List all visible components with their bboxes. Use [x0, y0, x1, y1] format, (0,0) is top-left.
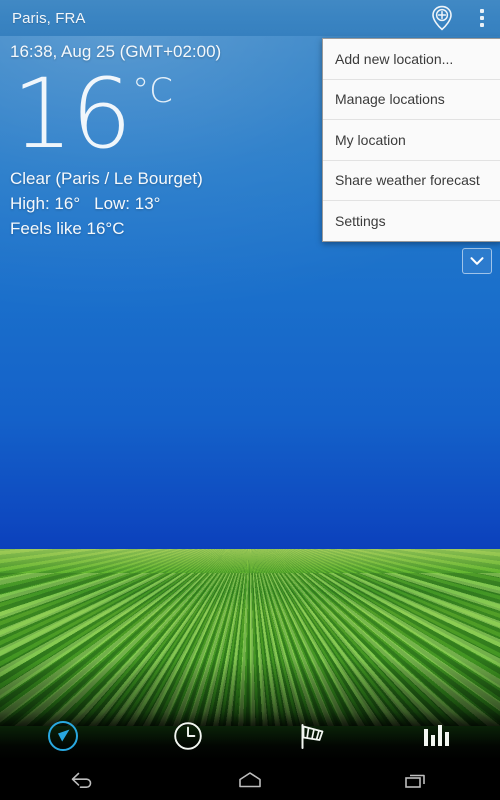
- grass-field-background: [0, 549, 500, 726]
- menu-item-manage-locations[interactable]: Manage locations: [323, 80, 500, 120]
- temperature-row: 16 °C: [12, 66, 340, 166]
- tab-wind[interactable]: [250, 712, 375, 760]
- menu-item-share-weather-forecast[interactable]: Share weather forecast: [323, 161, 500, 201]
- high-low-row: High: 16° Low: 13°: [10, 191, 340, 216]
- overflow-menu-button[interactable]: [464, 0, 500, 36]
- menu-item-settings[interactable]: Settings: [323, 201, 500, 241]
- feels-like: Feels like 16°C: [10, 219, 125, 238]
- add-location-button[interactable]: [420, 0, 464, 36]
- menu-item-my-location[interactable]: My location: [323, 120, 500, 161]
- bar-chart-icon: [423, 725, 449, 746]
- recents-icon: [404, 774, 425, 788]
- overflow-menu-icon: [480, 9, 484, 27]
- nav-back-button[interactable]: [0, 769, 167, 791]
- overflow-dropdown-menu: Add new location... Manage locations My …: [322, 38, 500, 242]
- bottom-tab-bar: [0, 712, 500, 760]
- current-weather-panel: 16:38, Aug 25 (GMT+02:00) 16 °C Clear (P…: [10, 42, 340, 241]
- compass-needle-icon: [47, 721, 78, 751]
- tab-chart[interactable]: [375, 712, 500, 760]
- action-bar: Paris, FRA: [0, 0, 500, 36]
- android-navigation-bar: [0, 760, 500, 800]
- weather-app-screen: Paris, FRA 16:38, Aug 25 (GMT+02:00) 16 …: [0, 0, 500, 800]
- high-temp: High: 16°: [10, 194, 81, 213]
- menu-item-add-new-location[interactable]: Add new location...: [323, 39, 500, 80]
- windsock-icon: [301, 724, 323, 749]
- clock-icon: [173, 722, 202, 750]
- temperature-unit: °C: [132, 71, 173, 111]
- nav-recents-button[interactable]: [333, 769, 500, 791]
- add-location-pin-icon: [432, 5, 452, 31]
- nav-home-button[interactable]: [167, 769, 334, 791]
- back-arrow-icon: [72, 772, 92, 788]
- weather-condition: Clear (Paris / Le Bourget): [10, 169, 203, 188]
- field-haze-overlay: [0, 549, 500, 726]
- tab-hourly[interactable]: [125, 712, 250, 760]
- tab-now[interactable]: [0, 712, 125, 760]
- page-title: Paris, FRA: [12, 9, 86, 27]
- expand-details-button[interactable]: [462, 248, 492, 274]
- temperature-value: 16: [12, 58, 132, 170]
- low-temp: Low: 13°: [94, 194, 161, 213]
- home-icon: [239, 772, 261, 788]
- chevron-down-icon: [470, 257, 484, 265]
